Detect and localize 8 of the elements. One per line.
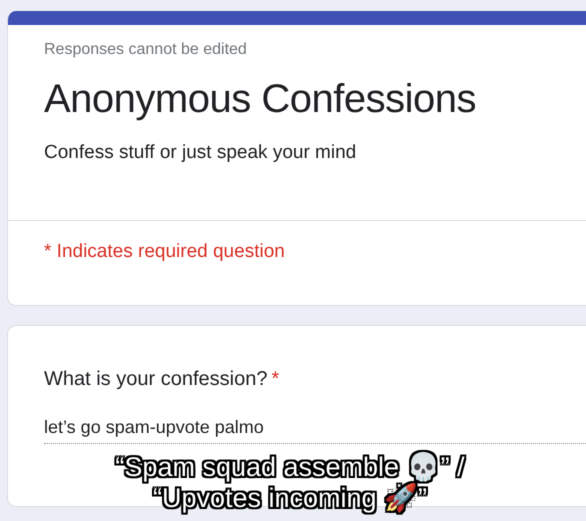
form-title: Anonymous Confessions — [44, 77, 477, 122]
required-note: * Indicates required question — [43, 240, 286, 263]
question-label: What is your confession? — [44, 368, 268, 390]
form-description: Confess stuff or just speak your mind — [44, 142, 358, 164]
notice-text: Responses cannot be edited — [44, 41, 248, 59]
required-mark: * — [271, 368, 280, 390]
answer-field[interactable]: let’s go spam-upvote palmo — [44, 417, 586, 444]
meme-caption: “Spam squad assemble 💀” / “Upvotes incoming 🚀” — [100, 452, 480, 514]
